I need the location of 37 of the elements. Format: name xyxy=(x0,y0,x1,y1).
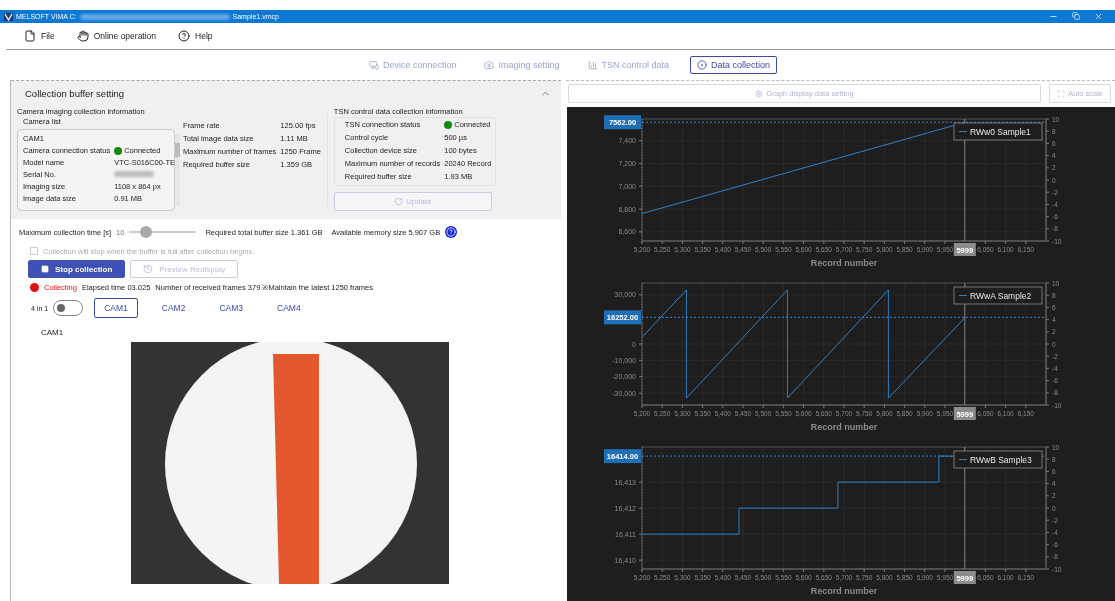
app-logo-icon xyxy=(4,12,13,21)
devices-icon xyxy=(368,60,379,70)
scan-icon xyxy=(1057,89,1065,98)
camera-tab[interactable]: CAM4 xyxy=(267,298,311,318)
toggle-switch[interactable] xyxy=(53,300,84,316)
legend-label: RWwA Sample2 xyxy=(970,291,1032,301)
slider-thumb[interactable] xyxy=(140,226,153,238)
camera-tab[interactable]: CAM2 xyxy=(151,298,196,318)
menu-item[interactable]: File xyxy=(24,30,55,42)
axis-title: Record number xyxy=(810,586,878,596)
history-icon xyxy=(143,264,154,274)
restore-icon[interactable] xyxy=(1072,12,1080,20)
camera-icon xyxy=(484,60,495,70)
help-icon[interactable] xyxy=(445,226,458,238)
camera-tab[interactable]: CAM3 xyxy=(209,298,253,318)
stop-icon xyxy=(41,265,49,273)
menu-item[interactable]: Online operation xyxy=(76,30,157,42)
settings-icon xyxy=(755,89,764,98)
action-button[interactable]: Stop collection xyxy=(28,260,126,278)
axis-title: Record number xyxy=(810,422,878,432)
menu-item[interactable]: Help xyxy=(178,30,213,42)
scrollbar[interactable] xyxy=(175,134,180,206)
redacted-value xyxy=(114,171,155,177)
bar-chart-icon xyxy=(587,60,598,70)
close-icon[interactable] xyxy=(1094,12,1103,21)
help-icon xyxy=(178,30,191,42)
target-icon xyxy=(697,60,708,70)
legend-label: RWwB Sample3 xyxy=(970,455,1032,465)
file-icon xyxy=(24,30,36,42)
panel-title: Collection buffer setting xyxy=(25,87,125,99)
refresh-icon xyxy=(393,197,403,206)
legend-label: RWw0 Sample1 xyxy=(970,127,1031,137)
image-title: CAM1 xyxy=(40,327,65,339)
nav-tab[interactable]: Data collection xyxy=(690,56,778,74)
camera-tab[interactable]: CAM1 xyxy=(94,298,138,318)
axis-title: Record number xyxy=(810,258,878,268)
hand-icon xyxy=(76,30,89,42)
